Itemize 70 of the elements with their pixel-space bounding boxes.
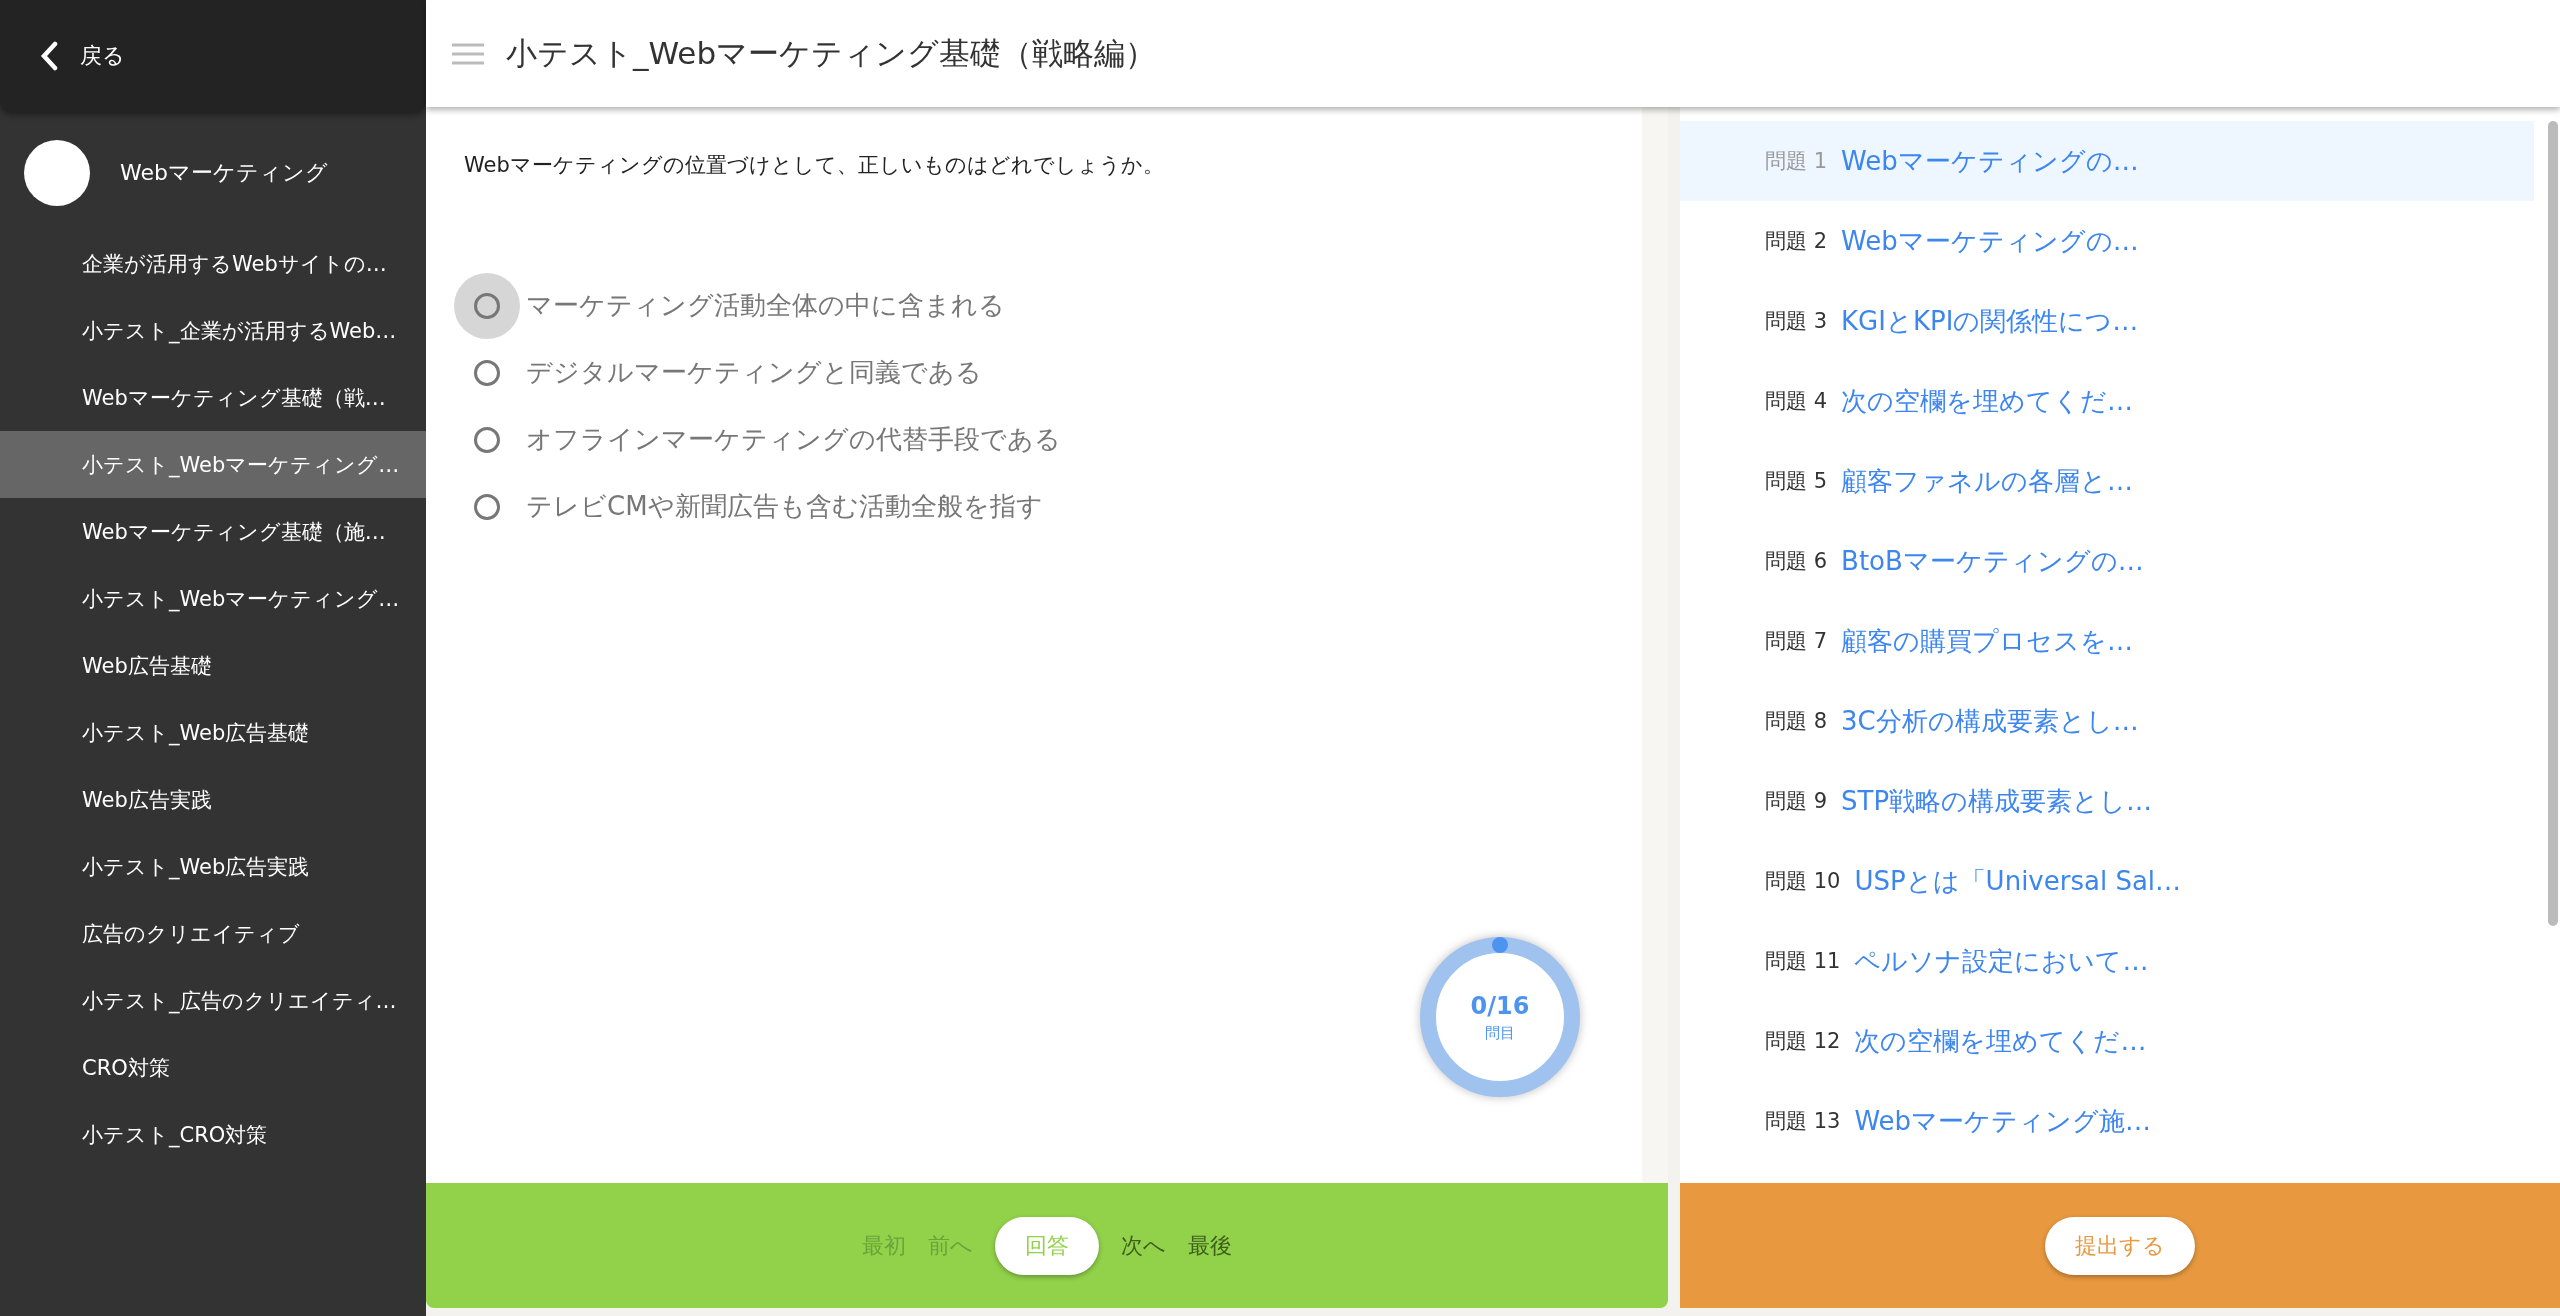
question-link[interactable]: 3C分析の構成要素とし… — [1841, 703, 2139, 739]
radio-button[interactable] — [474, 493, 500, 520]
question-number: 問題 9 — [1765, 788, 1828, 815]
question-list-item[interactable]: 問題 10 USPとは「Universal Sal… — [1680, 841, 2534, 921]
question-number: 問題 6 — [1765, 548, 1828, 575]
question-number: 問題 13 — [1765, 1108, 1841, 1135]
radio-button[interactable] — [474, 292, 500, 319]
sidebar-item[interactable]: Web広告実践 — [0, 766, 426, 833]
sidebar-item[interactable]: Webマーケティング基礎（施… — [0, 498, 426, 565]
question-link[interactable]: ペルソナ設定において… — [1854, 943, 2149, 979]
question-number: 問題 4 — [1765, 388, 1828, 415]
option-label[interactable]: オフラインマーケティングの代替手段である — [526, 422, 1061, 457]
question-list-item[interactable]: 問題 4 次の空欄を埋めてくだ… — [1680, 361, 2534, 441]
scrollbar-thumb[interactable] — [2548, 121, 2558, 926]
question-number: 問題 12 — [1765, 1028, 1841, 1055]
sidebar-item[interactable]: 企業が活用するWebサイトの… — [0, 230, 426, 297]
sidebar-item[interactable]: Webマーケティング基礎（戦… — [0, 364, 426, 431]
back-button[interactable]: 戻る — [40, 41, 125, 71]
sidebar-item[interactable]: 小テスト_Webマーケティング… — [0, 431, 426, 498]
question-link[interactable]: 顧客の購買プロセスを… — [1841, 623, 2134, 659]
question-link[interactable]: STP戦略の構成要素とし… — [1841, 783, 2153, 819]
chevron-left-icon — [40, 41, 58, 71]
question-list-item[interactable]: 問題 7 顧客の購買プロセスを… — [1680, 601, 2534, 681]
question-number: 問題 7 — [1765, 628, 1828, 655]
sidebar-item[interactable]: 小テスト_Webマーケティング… — [0, 565, 426, 632]
question-list-item[interactable]: 問題 9 STP戦略の構成要素とし… — [1680, 761, 2534, 841]
progress-marker — [1492, 937, 1508, 953]
question-number: 問題 3 — [1765, 308, 1828, 335]
option-label[interactable]: デジタルマーケティングと同義である — [526, 355, 982, 390]
question-list-item[interactable]: 問題 2 Webマーケティングの… — [1680, 201, 2534, 281]
question-list-item[interactable]: 問題 6 BtoBマーケティングの… — [1680, 521, 2534, 601]
question-list-item[interactable]: 問題 3 KGIとKPIの関係性につ… — [1680, 281, 2534, 361]
sidebar-item[interactable]: 広告のクリエイティブ — [0, 900, 426, 967]
question-list-item[interactable]: 問題 8 3C分析の構成要素とし… — [1680, 681, 2534, 761]
question-number: 問題 1 — [1765, 148, 1828, 175]
question-link[interactable]: Webマーケティング施… — [1854, 1103, 2152, 1139]
question-number: 問題 2 — [1765, 228, 1828, 255]
option-label[interactable]: テレビCMや新聞広告も含む活動全般を指す — [526, 489, 1043, 524]
question-link[interactable]: Webマーケティングの… — [1841, 223, 2139, 259]
course-title: Webマーケティング — [120, 159, 328, 187]
sidebar-item[interactable]: 小テスト_Web広告基礎 — [0, 699, 426, 766]
sidebar-item[interactable]: 小テスト_Web広告実践 — [0, 833, 426, 900]
progress-count: 0/16 — [1470, 991, 1530, 1020]
question-link[interactable]: 次の空欄を埋めてくだ… — [1854, 1023, 2147, 1059]
question-link[interactable]: BtoBマーケティングの… — [1841, 543, 2144, 579]
question-list-item[interactable]: 問題 12 次の空欄を埋めてくだ… — [1680, 1001, 2534, 1081]
question-link[interactable]: 顧客ファネルの各層と… — [1841, 463, 2134, 499]
option-label[interactable]: マーケティング活動全体の中に含まれる — [526, 288, 1005, 323]
sidebar-item[interactable]: 小テスト_企業が活用するWeb… — [0, 297, 426, 364]
question-number: 問題 11 — [1765, 948, 1841, 975]
nav-button[interactable]: 最後 — [1188, 1230, 1232, 1261]
progress-unit: 問目 — [1485, 1023, 1515, 1043]
question-list-item[interactable]: 問題 13 Webマーケティング施… — [1680, 1081, 2534, 1161]
question-link[interactable]: KGIとKPIの関係性につ… — [1841, 303, 2139, 339]
sidebar-item[interactable]: 小テスト_広告のクリエイティ… — [0, 967, 426, 1034]
sidebar-item[interactable]: 小テスト_CRO対策 — [0, 1101, 426, 1168]
question-text: Webマーケティングの位置づけとして、正しいものはどれでしょうか。 — [464, 152, 1165, 179]
page-title: 小テスト_Webマーケティング基礎（戦略編） — [506, 33, 1157, 73]
sidebar-item[interactable]: Web広告基礎 — [0, 632, 426, 699]
question-link[interactable]: 次の空欄を埋めてくだ… — [1841, 383, 2134, 419]
nav-button[interactable]: 次へ — [1121, 1230, 1166, 1261]
radio-button[interactable] — [474, 426, 500, 453]
question-number: 問題 10 — [1765, 868, 1841, 895]
question-list-item[interactable]: 問題 5 顧客ファネルの各層と… — [1680, 441, 2534, 521]
question-number: 問題 8 — [1765, 708, 1828, 735]
radio-button[interactable] — [474, 359, 500, 386]
sidebar-item[interactable]: CRO対策 — [0, 1034, 426, 1101]
question-link[interactable]: USPとは「Universal Sal… — [1854, 863, 2182, 899]
question-number: 問題 5 — [1765, 468, 1828, 495]
question-list-item[interactable]: 問題 11 ペルソナ設定において… — [1680, 921, 2534, 1001]
